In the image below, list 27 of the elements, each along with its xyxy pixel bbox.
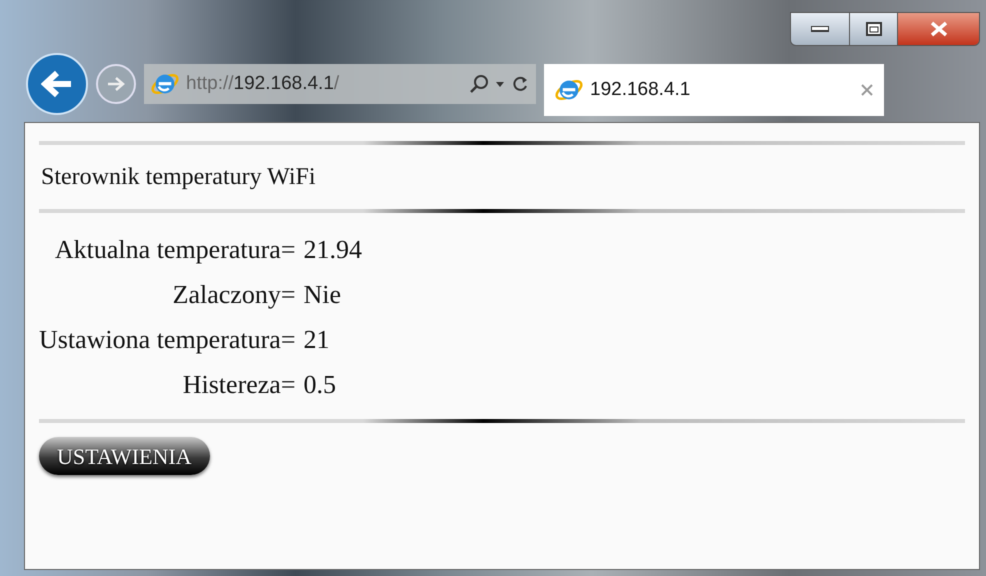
field-label: Histereza=: [182, 369, 296, 401]
search-icon[interactable]: [468, 73, 490, 95]
minimize-button[interactable]: [791, 13, 849, 45]
forward-arrow-icon: [106, 76, 126, 92]
page-title: Sterownik temperatury WiFi: [40, 163, 317, 192]
close-icon: [930, 21, 948, 37]
browser-tab[interactable]: 192.168.4.1: [544, 64, 884, 116]
tab-title: 192.168.4.1: [590, 78, 690, 102]
field-label: Ustawiona temperatura=: [39, 324, 296, 356]
settings-button[interactable]: USTAWIENIA: [39, 437, 210, 475]
field-label: Zalaczony=: [172, 279, 296, 311]
address-bar[interactable]: http://192.168.4.1/: [144, 64, 536, 104]
address-path: /: [334, 72, 340, 96]
field-value: 21: [304, 324, 331, 356]
address-host: 192.168.4.1: [234, 72, 334, 96]
maximize-button[interactable]: [849, 13, 897, 45]
field-value: Nie: [304, 279, 342, 311]
address-scheme: http://: [186, 72, 234, 96]
field-value: 0.5: [304, 369, 338, 401]
field-label: Aktualna temperatura=: [54, 234, 296, 266]
close-button[interactable]: [897, 13, 979, 45]
maximize-icon: [866, 22, 882, 36]
close-tab-icon[interactable]: [860, 83, 874, 97]
dropdown-caret-icon[interactable]: [496, 82, 504, 86]
back-arrow-icon: [41, 70, 73, 98]
minimize-icon: [811, 26, 829, 32]
field-value: 21.94: [304, 234, 362, 266]
